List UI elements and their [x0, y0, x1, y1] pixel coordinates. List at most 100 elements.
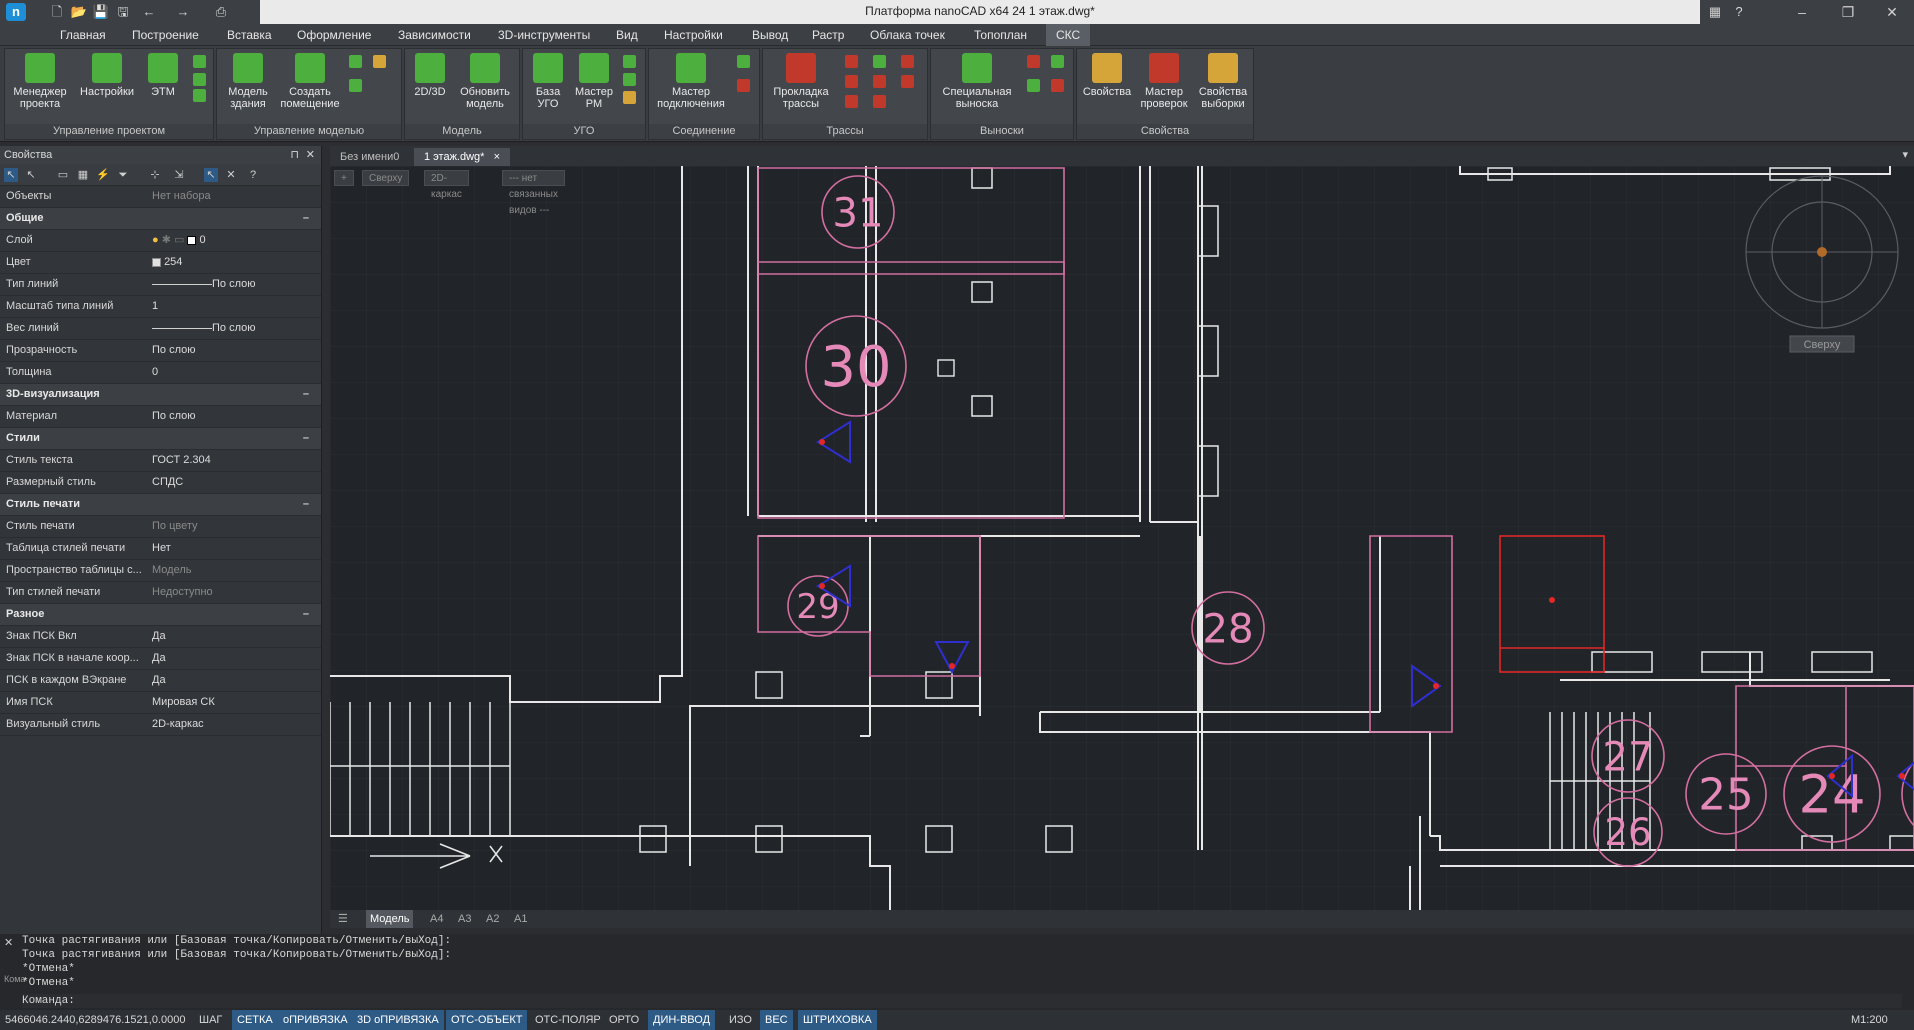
floor-plan[interactable]: 313029282726252423 Сверху: [330, 166, 1914, 910]
status-toggle[interactable]: ОТС-ОБЪЕКТ: [446, 1010, 528, 1030]
bulb-icon[interactable]: ●: [152, 234, 159, 246]
pick-add-icon[interactable]: ⊹: [148, 168, 162, 182]
pointer-icon[interactable]: ↖: [24, 168, 38, 182]
property-row[interactable]: Прозрачность По слою: [0, 340, 321, 362]
square-icon[interactable]: [623, 73, 636, 86]
update-model-button[interactable]: Обновить модель: [453, 53, 517, 110]
property-value[interactable]: Нет: [152, 538, 171, 559]
route-laying-button[interactable]: Прокладка трассы: [769, 53, 833, 110]
route-tool-8-icon[interactable]: [873, 95, 886, 108]
db-icon[interactable]: [193, 89, 206, 102]
property-row[interactable]: Знак ПСК в начале коор... Да: [0, 648, 321, 670]
property-section[interactable]: Разное –: [0, 604, 321, 626]
tab-a2[interactable]: A2: [482, 910, 503, 928]
toggle-pickadd-icon[interactable]: ⇲: [172, 168, 186, 182]
callout-tool-1-icon[interactable]: [1027, 55, 1040, 68]
close-tab-icon[interactable]: ×: [494, 151, 500, 163]
check-master-button[interactable]: Мастер проверок: [1135, 53, 1193, 110]
building-model-button[interactable]: Модель здания: [221, 53, 275, 110]
chart-tool-icon[interactable]: [373, 55, 386, 68]
tab-scs[interactable]: СКС: [1046, 24, 1091, 46]
help-button[interactable]: ?: [1730, 3, 1748, 21]
create-room-button[interactable]: Создать помещение: [277, 53, 343, 110]
route-tool-7-icon[interactable]: [845, 95, 858, 108]
status-toggle[interactable]: оПРИВЯЗКА: [278, 1010, 353, 1030]
select-mode-icon[interactable]: ↖: [4, 168, 18, 182]
tab-design[interactable]: Оформление: [295, 24, 373, 46]
route-tool-6-icon[interactable]: [901, 75, 914, 88]
room-tool-icon[interactable]: [349, 55, 362, 68]
connect-tool-icon[interactable]: [737, 55, 750, 68]
tab-build[interactable]: Построение: [130, 24, 201, 46]
tab-3d-tools[interactable]: 3D-инструменты: [496, 24, 592, 46]
property-value[interactable]: Модель: [152, 560, 191, 581]
workspace-icon[interactable]: ▦: [1706, 3, 1724, 21]
tab-topoplan[interactable]: Топоплан: [972, 24, 1029, 46]
save-all-icon[interactable]: 🖫: [114, 3, 132, 21]
app-logo[interactable]: n: [6, 3, 26, 21]
route-tool-4-icon[interactable]: [845, 75, 858, 88]
property-row[interactable]: Тип линий По слою: [0, 274, 321, 296]
tab-insert[interactable]: Вставка: [225, 24, 274, 46]
disconnect-tool-icon[interactable]: [737, 79, 750, 92]
freeze-icon[interactable]: ✱: [162, 234, 171, 246]
property-row[interactable]: Толщина 0: [0, 362, 321, 384]
highlight-icon[interactable]: ↖: [204, 168, 218, 182]
lock-icon[interactable]: ▭: [174, 234, 184, 246]
property-value[interactable]: СПДС: [152, 472, 183, 493]
collapse-icon[interactable]: –: [303, 208, 309, 229]
route-tool-5-icon[interactable]: [873, 75, 886, 88]
settings-button[interactable]: Настройки: [75, 53, 139, 98]
property-row[interactable]: Вес линий По слою: [0, 318, 321, 340]
save-icon[interactable]: 💾: [92, 3, 110, 21]
viewport-menu-button[interactable]: +: [334, 170, 354, 186]
pin-icon[interactable]: ⊓: [290, 146, 299, 164]
stack-icon[interactable]: [193, 73, 206, 86]
selected-object-grip[interactable]: [1549, 597, 1555, 603]
tab-a4[interactable]: A4: [426, 910, 447, 928]
minimize-button[interactable]: –: [1780, 0, 1824, 24]
property-value[interactable]: 254: [152, 252, 182, 273]
property-row[interactable]: Стиль печати По цвету: [0, 516, 321, 538]
property-value[interactable]: По слою: [152, 406, 196, 427]
collapse-icon[interactable]: –: [303, 494, 309, 515]
tab-output[interactable]: Вывод: [750, 24, 790, 46]
callout-tool-3-icon[interactable]: [1027, 79, 1040, 92]
special-callout-button[interactable]: Специальная выноска: [935, 53, 1019, 110]
drawing-viewport[interactable]: 313029282726252423 Сверху: [330, 166, 1914, 910]
status-toggle[interactable]: ШАГ: [194, 1010, 227, 1030]
status-toggle[interactable]: СЕТКА: [232, 1010, 278, 1030]
tab-raster[interactable]: Растр: [810, 24, 846, 46]
property-section[interactable]: 3D-визуализация –: [0, 384, 321, 406]
property-section[interactable]: Стили –: [0, 428, 321, 450]
view-direction-button[interactable]: Сверху: [362, 170, 410, 186]
property-row[interactable]: ПСК в каждом ВЭкране Да: [0, 670, 321, 692]
property-row[interactable]: Имя ПСК Мировая СК: [0, 692, 321, 714]
etm-button[interactable]: ЭТМ: [143, 53, 183, 98]
tab-unnamed[interactable]: Без имени0: [330, 148, 409, 166]
collapse-icon[interactable]: –: [303, 428, 309, 449]
property-value[interactable]: 1: [152, 296, 158, 317]
status-toggle[interactable]: ШТРИХОВКА: [798, 1010, 877, 1030]
2d-3d-button[interactable]: 2D/3D: [409, 53, 451, 98]
property-value[interactable]: По цвету: [152, 516, 198, 537]
status-toggle[interactable]: ДИН-ВВОД: [648, 1010, 716, 1030]
tab-home[interactable]: Главная: [58, 24, 108, 46]
status-toggle[interactable]: ВЕС: [760, 1010, 793, 1030]
property-row[interactable]: Масштаб типа линий 1: [0, 296, 321, 318]
property-value[interactable]: ГОСТ 2.304: [152, 450, 211, 471]
property-row[interactable]: Цвет 254: [0, 252, 321, 274]
rm-master-button[interactable]: Мастер РМ: [571, 53, 617, 110]
layout-list-icon[interactable]: ☰: [334, 910, 352, 928]
close-command-icon[interactable]: ✕: [4, 936, 13, 949]
status-toggle[interactable]: 3D оПРИВЯЗКА: [352, 1010, 444, 1030]
property-section[interactable]: Общие –: [0, 208, 321, 230]
property-value[interactable]: Нет набора: [152, 186, 211, 207]
property-value[interactable]: Мировая СК: [152, 692, 215, 713]
grid-icon[interactable]: [623, 55, 636, 68]
callout-tool-4-icon[interactable]: [1051, 79, 1064, 92]
tab-constraints[interactable]: Зависимости: [396, 24, 473, 46]
properties-button[interactable]: Свойства: [1081, 53, 1133, 98]
new-file-icon[interactable]: 🗋: [48, 3, 66, 21]
property-value[interactable]: По слою: [152, 318, 256, 339]
